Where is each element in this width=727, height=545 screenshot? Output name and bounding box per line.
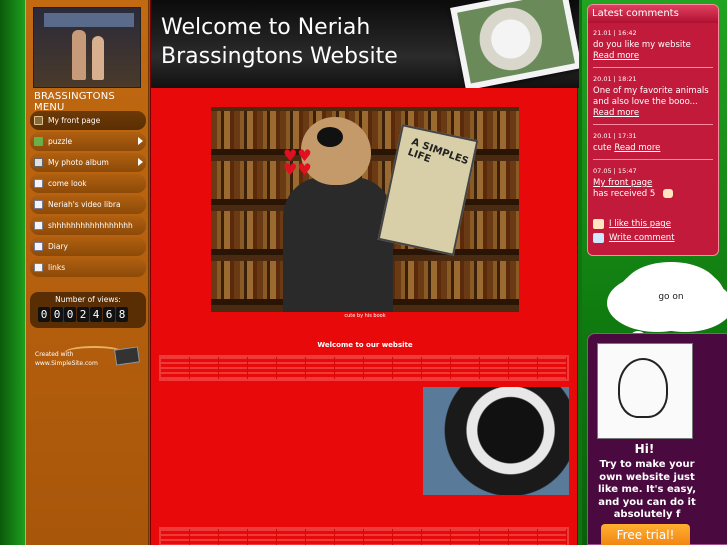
menu-item-label: Neriah's video libra	[48, 200, 121, 209]
read-more-link[interactable]: Read more	[593, 108, 639, 118]
welcome-text: Welcome to our website	[317, 341, 413, 349]
read-more-link[interactable]: Read more	[593, 51, 639, 61]
comment-date: 20.01 | 18:21	[593, 75, 637, 83]
comment-date: 20.01 | 17:31	[593, 132, 637, 140]
wolf-photo	[450, 0, 579, 88]
created-with-url: www.SimpleSite.com	[35, 360, 98, 367]
menu-title: BRASSINGTONS MENU	[34, 91, 115, 113]
comments-list: 21.01 | 16:42 do you like my website Rea…	[593, 29, 713, 212]
menu-item-diary[interactable]: Diary	[30, 237, 146, 256]
nav-menu: My front page puzzle My photo album come…	[30, 111, 146, 279]
dog-image	[423, 387, 569, 495]
menu-item-label: Diary	[48, 242, 68, 251]
menu-item-front-page[interactable]: My front page	[30, 111, 146, 130]
menu-item-puzzle[interactable]: puzzle	[30, 132, 146, 151]
menu-item-links[interactable]: links	[30, 258, 146, 277]
counter-digit: 8	[116, 307, 128, 322]
comment-date: 07.05 | 15:47	[593, 167, 637, 175]
speech-cloud-text: go on	[658, 292, 684, 302]
counter-digit: 0	[64, 307, 76, 322]
created-with-link[interactable]: Created with www.SimpleSite.com	[35, 350, 98, 368]
page-icon	[34, 263, 43, 272]
house-icon	[34, 116, 43, 125]
speech-bubble-icon	[593, 233, 604, 243]
comment-text: cute	[593, 143, 612, 153]
book-title: A SIMPLES LIFE	[406, 136, 470, 168]
counter-digit: 4	[90, 307, 102, 322]
page-icon	[34, 179, 43, 188]
latest-comments-box: Latest comments 21.01 | 16:42 do you lik…	[587, 4, 719, 256]
created-with-text: Created with	[35, 351, 74, 358]
cartoon-dog-drawing	[597, 343, 693, 439]
simplesite-promo: Hi! Try to make your own website just li…	[587, 333, 727, 545]
family-photo	[33, 7, 141, 88]
menu-item-label: My front page	[48, 116, 101, 125]
front-page-link[interactable]: My front page	[593, 178, 652, 188]
comment-text: has received 5	[593, 189, 656, 199]
view-counter-label: Number of views:	[55, 295, 121, 304]
promo-text: Try to make your own website just like m…	[597, 459, 696, 520]
counter-digit: 6	[103, 307, 115, 322]
page-header: Welcome to Neriah Brassingtons Website	[151, 0, 579, 88]
menu-item-label: shhhhhhhhhhhhhhhhh	[48, 221, 133, 230]
write-comment-label: Write comment	[609, 233, 675, 243]
counter-digit: 2	[77, 307, 89, 322]
menu-item-photo-album[interactable]: My photo album	[30, 153, 146, 172]
comment-text: do you like my website	[593, 40, 691, 50]
meerkat-body	[283, 177, 393, 312]
menu-item-come-look[interactable]: come look	[30, 174, 146, 193]
page-title: Welcome to Neriah Brassingtons Website	[161, 13, 398, 71]
comment-item: 21.01 | 16:42 do you like my website Rea…	[593, 29, 713, 68]
comments-title: Latest comments	[588, 5, 718, 23]
free-trial-button[interactable]: Free trial!	[601, 524, 690, 545]
comment-date: 21.01 | 16:42	[593, 29, 637, 37]
view-counter: Number of views: 0 0 0 2 4 6 8	[30, 292, 146, 328]
menu-item-shhh[interactable]: shhhhhhhhhhhhhhhhh	[30, 216, 146, 235]
counter-digit: 0	[38, 307, 50, 322]
like-page-button[interactable]: I like this page	[593, 219, 713, 229]
comment-text: One of my favorite animals and also love…	[593, 86, 709, 107]
submenu-arrow-icon	[138, 158, 143, 166]
menu-item-label: links	[48, 263, 66, 272]
page-background-left	[0, 0, 25, 545]
thumbs-up-icon	[593, 219, 604, 229]
greek-key-border	[159, 355, 569, 381]
main-content: Welcome to Neriah Brassingtons Website ♥…	[150, 0, 579, 545]
eye-patch	[317, 127, 343, 147]
photo-album-icon	[34, 158, 43, 167]
left-sidebar: BRASSINGTONS MENU My front page puzzle M…	[25, 0, 149, 545]
greek-key-border	[159, 527, 569, 545]
menu-item-video-library[interactable]: Neriah's video libra	[30, 195, 146, 214]
page-title-line2: Brassingtons Website	[161, 44, 398, 69]
page-icon	[34, 221, 43, 230]
promo-greeting: Hi!	[634, 442, 655, 456]
camera-icon	[114, 346, 140, 366]
menu-item-label: come look	[48, 179, 87, 188]
write-comment-button[interactable]: Write comment	[593, 233, 713, 243]
puzzle-icon	[34, 137, 43, 146]
meerkat-image: ♥♥ ♥♥ A SIMPLES LIFE	[211, 107, 519, 312]
comment-item: 20.01 | 17:31 cute Read more	[593, 132, 713, 160]
page-icon	[34, 200, 43, 209]
submenu-arrow-icon	[138, 137, 143, 145]
page-title-line1: Welcome to Neriah	[161, 15, 371, 40]
menu-item-label: My photo album	[48, 158, 109, 167]
hearts-icon: ♥♥ ♥♥	[283, 146, 312, 179]
counter-digit: 0	[51, 307, 63, 322]
comment-item: 20.01 | 18:21 One of my favorite animals…	[593, 75, 713, 125]
page-icon	[34, 242, 43, 251]
comment-actions: I like this page Write comment	[593, 219, 713, 247]
read-more-link[interactable]: Read more	[614, 143, 660, 153]
image-caption: cute by his book	[344, 313, 386, 319]
thumbs-up-icon	[663, 189, 673, 198]
like-page-label: I like this page	[609, 219, 671, 229]
comment-item: 07.05 | 15:47 My front page has received…	[593, 167, 713, 205]
view-counter-digits: 0 0 0 2 4 6 8	[38, 307, 128, 322]
menu-item-label: puzzle	[48, 137, 73, 146]
